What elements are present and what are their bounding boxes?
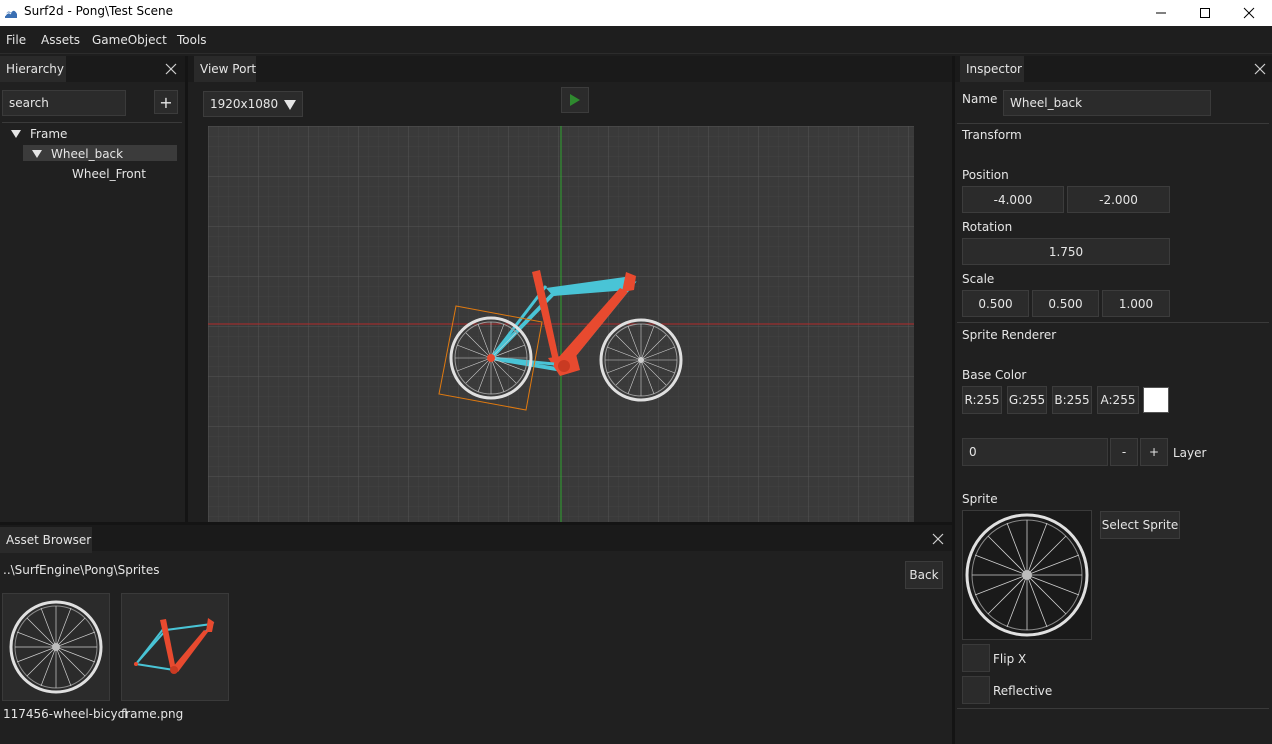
position-x-field[interactable]: -4.000 <box>962 186 1064 213</box>
scale-label: Scale <box>962 272 995 286</box>
rotation-label: Rotation <box>962 220 1013 234</box>
frame-icon <box>134 618 215 674</box>
resolution-value: 1920x1080 <box>210 97 279 111</box>
reflective-label: Reflective <box>993 684 1053 698</box>
asset-tile-frame[interactable] <box>121 593 229 701</box>
maximize-icon <box>1200 8 1210 18</box>
minimize-icon <box>1156 12 1166 14</box>
window-title: Surf2d - Pong\Test Scene <box>24 4 174 18</box>
tab-view-port[interactable]: View Port <box>194 56 256 82</box>
asset-name-frame: frame.png <box>121 707 184 721</box>
rotation-field[interactable]: 1.750 <box>962 238 1170 265</box>
divider <box>957 123 1269 124</box>
position-label: Position <box>962 168 1009 182</box>
menu-bar: File Assets GameObject Tools <box>0 26 1272 54</box>
menu-file[interactable]: File <box>6 33 26 47</box>
menu-tools[interactable]: Tools <box>177 33 207 47</box>
tab-asset-browser[interactable]: Asset Browser <box>0 527 92 553</box>
divider <box>957 322 1269 323</box>
hierarchy-search-input[interactable]: search <box>2 90 126 116</box>
expand-triangle-icon[interactable] <box>32 150 42 158</box>
color-a-field[interactable]: A:255 <box>1097 386 1139 414</box>
asset-browser-tabstrip <box>0 525 952 551</box>
layer-input[interactable]: 0 <box>962 438 1108 466</box>
title-bar: Surf2d - Pong\Test Scene <box>0 0 1272 26</box>
layer-label: Layer <box>1173 446 1207 460</box>
maximize-button[interactable] <box>1182 0 1228 26</box>
select-sprite-button[interactable]: Select Sprite <box>1100 511 1180 539</box>
back-button[interactable]: Back <box>905 561 943 589</box>
sprite-label: Sprite <box>962 492 998 506</box>
divider <box>957 708 1269 709</box>
sprite-preview <box>962 510 1092 640</box>
menu-assets[interactable]: Assets <box>41 33 80 47</box>
layer-increment-button[interactable]: + <box>1140 438 1168 466</box>
scale-y-field[interactable]: 0.500 <box>1032 290 1099 317</box>
layer-decrement-button[interactable]: - <box>1110 438 1138 466</box>
viewport-tabstrip <box>188 56 952 82</box>
resolution-dropdown[interactable]: 1920x1080 <box>203 91 303 117</box>
tab-inspector[interactable]: Inspector <box>960 56 1024 82</box>
hierarchy-panel: Hierarchy search + Frame Wheel_back Whee… <box>0 56 185 522</box>
menu-gameobject[interactable]: GameObject <box>92 33 167 47</box>
scale-x-field[interactable]: 0.500 <box>962 290 1029 317</box>
tree-item-frame[interactable]: Frame <box>30 127 67 141</box>
tab-hierarchy[interactable]: Hierarchy <box>0 56 66 82</box>
wheel-icon <box>9 600 103 694</box>
close-icon[interactable] <box>1254 63 1266 75</box>
scale-z-field[interactable]: 1.000 <box>1102 290 1170 317</box>
color-r-field[interactable]: R:255 <box>962 386 1002 414</box>
asset-name-wheel: 117456-wheel-bicycl <box>3 707 128 721</box>
base-color-label: Base Color <box>962 368 1027 382</box>
color-g-field[interactable]: G:255 <box>1007 386 1047 414</box>
wheel-icon <box>965 513 1089 637</box>
sprite-renderer-header: Sprite Renderer <box>962 328 1057 342</box>
close-icon[interactable] <box>932 533 944 545</box>
wheel-front-sprite[interactable] <box>599 318 683 402</box>
inspector-panel: Inspector Name Wheel_back Transform Posi… <box>955 56 1272 744</box>
close-icon <box>1243 7 1255 19</box>
asset-browser-panel: Asset Browser ..\SurfEngine\Pong\Sprites… <box>0 525 952 744</box>
name-label: Name <box>962 92 998 106</box>
transform-header: Transform <box>962 128 1022 142</box>
play-button[interactable] <box>561 87 589 113</box>
divider <box>2 122 182 123</box>
color-b-field[interactable]: B:255 <box>1052 386 1092 414</box>
tree-item-wheel-front[interactable]: Wheel_Front <box>72 167 146 181</box>
app-icon <box>4 10 17 18</box>
dropdown-arrow-icon <box>284 100 296 110</box>
minimize-button[interactable] <box>1138 0 1184 26</box>
expand-triangle-icon[interactable] <box>11 130 21 138</box>
color-swatch[interactable] <box>1143 387 1169 413</box>
asset-path: ..\SurfEngine\Pong\Sprites <box>3 563 160 577</box>
close-window-button[interactable] <box>1226 0 1272 26</box>
play-icon <box>570 94 580 106</box>
flip-x-checkbox[interactable] <box>962 644 990 672</box>
asset-tile-wheel[interactable] <box>2 593 110 701</box>
tree-item-wheel-back[interactable]: Wheel_back <box>51 147 123 161</box>
add-object-button[interactable]: + <box>154 90 178 114</box>
reflective-checkbox[interactable] <box>962 676 990 704</box>
close-icon[interactable] <box>165 63 177 75</box>
name-input[interactable]: Wheel_back <box>1003 90 1211 116</box>
scene-canvas[interactable] <box>208 126 914 522</box>
viewport-panel: View Port 1920x1080 <box>188 56 952 522</box>
position-y-field[interactable]: -2.000 <box>1067 186 1170 213</box>
flip-x-label: Flip X <box>993 652 1027 666</box>
